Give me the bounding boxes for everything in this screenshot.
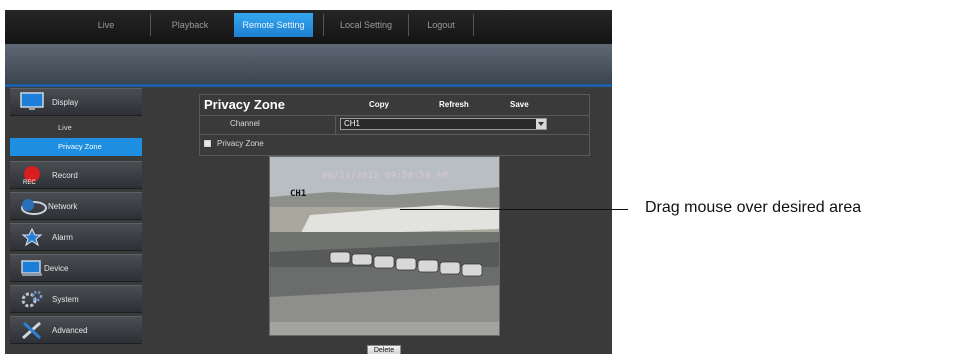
sidebar-item-alarm[interactable]: Alarm <box>10 223 142 251</box>
tab-local-setting[interactable]: Local Setting <box>324 13 408 37</box>
save-button[interactable]: Save <box>510 100 529 109</box>
sidebar: Display Live Privacy Zone REC Record Net… <box>10 88 142 354</box>
callout-text: Drag mouse over desired area <box>645 199 862 216</box>
copy-button[interactable]: Copy <box>369 100 389 109</box>
page-title: Privacy Zone <box>204 97 285 112</box>
tab-playback[interactable]: Playback <box>151 13 229 37</box>
device-icon <box>20 258 44 278</box>
sidebar-item-label: Display <box>52 98 79 107</box>
top-navigation: Live Playback Remote Setting Local Setti… <box>5 10 612 44</box>
channel-select[interactable]: CH1 <box>340 118 547 130</box>
channel-label: Channel <box>230 119 260 128</box>
panel-header: Privacy Zone Copy Refresh Save <box>200 95 589 116</box>
chevron-down-icon[interactable] <box>536 119 546 129</box>
header-banner <box>5 44 612 84</box>
channel-select-value: CH1 <box>344 119 361 128</box>
sidebar-item-label: Network <box>48 202 78 211</box>
delete-button[interactable]: Delete <box>367 345 401 354</box>
sidebar-subitem-privacy-zone[interactable]: Privacy Zone <box>10 138 142 156</box>
dvr-web-interface: Live Playback Remote Setting Local Setti… <box>5 10 612 354</box>
camera-scene <box>270 157 499 335</box>
tools-icon <box>20 320 44 340</box>
sidebar-item-label: Advanced <box>52 326 88 335</box>
sidebar-item-label: System <box>52 295 79 304</box>
camera-channel-overlay: CH1 <box>290 189 307 199</box>
privacy-zone-panel: Privacy Zone Copy Refresh Save Channel C… <box>199 94 590 156</box>
monitor-icon <box>20 92 44 112</box>
privacy-zone-checkbox-label: Privacy Zone <box>217 139 264 148</box>
privacy-zone-checkbox[interactable] <box>204 140 211 147</box>
refresh-button[interactable]: Refresh <box>439 100 469 109</box>
privacy-zone-row: Privacy Zone <box>200 135 589 155</box>
sidebar-item-label: Alarm <box>52 233 73 242</box>
alarm-icon <box>20 227 44 247</box>
svg-text:REC: REC <box>23 180 36 185</box>
system-icon <box>20 289 44 309</box>
sidebar-subitem-live[interactable]: Live <box>10 119 142 137</box>
tab-live[interactable]: Live <box>62 13 150 37</box>
sidebar-item-label: Record <box>52 171 78 180</box>
sidebar-item-advanced[interactable]: Advanced <box>10 316 142 344</box>
tab-logout[interactable]: Logout <box>409 13 473 37</box>
sidebar-item-display[interactable]: Display <box>10 88 142 116</box>
sidebar-item-system[interactable]: System <box>10 285 142 313</box>
channel-row: Channel CH1 <box>200 115 589 135</box>
camera-preview[interactable]: 06/21/2012 09:58:58 AM CH1 <box>269 156 500 336</box>
record-icon: REC <box>20 165 44 186</box>
sidebar-item-label: Device <box>44 264 69 273</box>
sidebar-item-device[interactable]: Device <box>10 254 142 282</box>
nav-divider <box>473 14 474 36</box>
header-accent-bar <box>5 84 612 87</box>
row-divider <box>335 115 336 134</box>
sidebar-item-record[interactable]: REC Record <box>10 161 142 189</box>
camera-timestamp: 06/21/2012 09:58:58 AM <box>322 171 448 181</box>
sidebar-item-network[interactable]: Network <box>10 192 142 220</box>
tab-remote-setting[interactable]: Remote Setting <box>234 13 313 37</box>
network-icon <box>20 196 47 216</box>
callout-line <box>400 209 628 210</box>
